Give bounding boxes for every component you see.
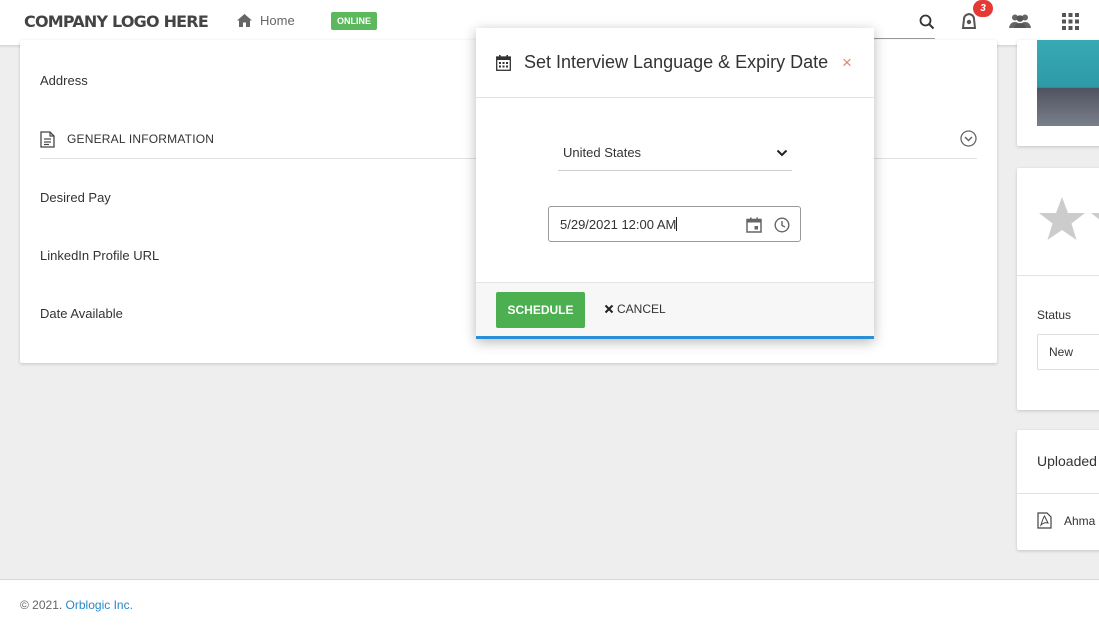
datetime-input-value: 5/29/2021 12:00 AM xyxy=(560,217,678,232)
document-icon xyxy=(40,131,55,148)
cancel-button[interactable]: CANCEL xyxy=(604,302,666,316)
uploaded-file-link[interactable]: Ahma xyxy=(1064,514,1095,528)
chevron-down-icon xyxy=(776,149,788,157)
company-logo[interactable]: COMPANY LOGO HERE xyxy=(24,12,209,31)
expiry-datetime-input[interactable]: 5/29/2021 12:00 AM xyxy=(548,206,801,242)
close-icon xyxy=(604,304,614,314)
calendar-picker-icon[interactable] xyxy=(746,217,762,233)
date-available-label: Date Available xyxy=(40,306,123,321)
schedule-button[interactable]: SCHEDULE xyxy=(496,292,585,328)
modal-title: Set Interview Language & Expiry Date xyxy=(524,52,829,72)
star-icon[interactable] xyxy=(1089,196,1099,242)
search-input[interactable] xyxy=(874,38,935,39)
uploaded-files-title: Uploaded xyxy=(1037,453,1097,469)
candidate-photo-card xyxy=(1017,40,1099,146)
linkedin-profile-url-label: LinkedIn Profile URL xyxy=(40,248,160,263)
uploaded-files-card: Uploaded Ahma xyxy=(1017,430,1099,550)
nav-home-link[interactable]: Home xyxy=(236,13,295,28)
general-information-label: GENERAL INFORMATION xyxy=(67,132,215,146)
notification-count-badge: 3 xyxy=(973,0,993,17)
close-icon[interactable]: × xyxy=(842,53,852,73)
rating-status-card: Status New xyxy=(1017,168,1099,410)
status-select[interactable]: New xyxy=(1037,334,1099,370)
calendar-icon xyxy=(496,55,511,71)
page-footer: © 2021. Orblogic Inc. xyxy=(0,579,1099,630)
footer-copyright: © 2021. Orblogic Inc. xyxy=(20,598,133,612)
divider xyxy=(1017,275,1099,276)
divider xyxy=(1017,493,1099,494)
language-select[interactable]: United States xyxy=(558,137,792,171)
pdf-file-icon xyxy=(1037,512,1052,529)
cancel-label: CANCEL xyxy=(617,302,666,316)
star-icon[interactable] xyxy=(1037,196,1087,242)
schedule-interview-modal: Set Interview Language & Expiry Date × U… xyxy=(476,28,874,339)
company-link[interactable]: Orblogic Inc. xyxy=(66,598,133,612)
users-icon[interactable] xyxy=(1009,13,1031,29)
candidate-photo xyxy=(1037,40,1099,126)
home-icon xyxy=(237,14,252,27)
apps-grid-icon[interactable] xyxy=(1062,13,1079,30)
search-icon[interactable] xyxy=(919,14,935,30)
desired-pay-label: Desired Pay xyxy=(40,190,111,205)
language-select-value: United States xyxy=(563,145,642,160)
modal-header: Set Interview Language & Expiry Date × xyxy=(476,28,874,98)
copyright-text: © 2021. xyxy=(20,598,66,612)
clock-icon[interactable] xyxy=(774,217,790,233)
online-status-badge: ONLINE xyxy=(331,12,378,30)
home-label: Home xyxy=(260,13,295,28)
chevron-down-circle-icon[interactable] xyxy=(960,130,977,147)
address-label: Address xyxy=(40,73,88,88)
status-label: Status xyxy=(1037,308,1072,322)
modal-footer: SCHEDULE CANCEL xyxy=(476,282,874,336)
